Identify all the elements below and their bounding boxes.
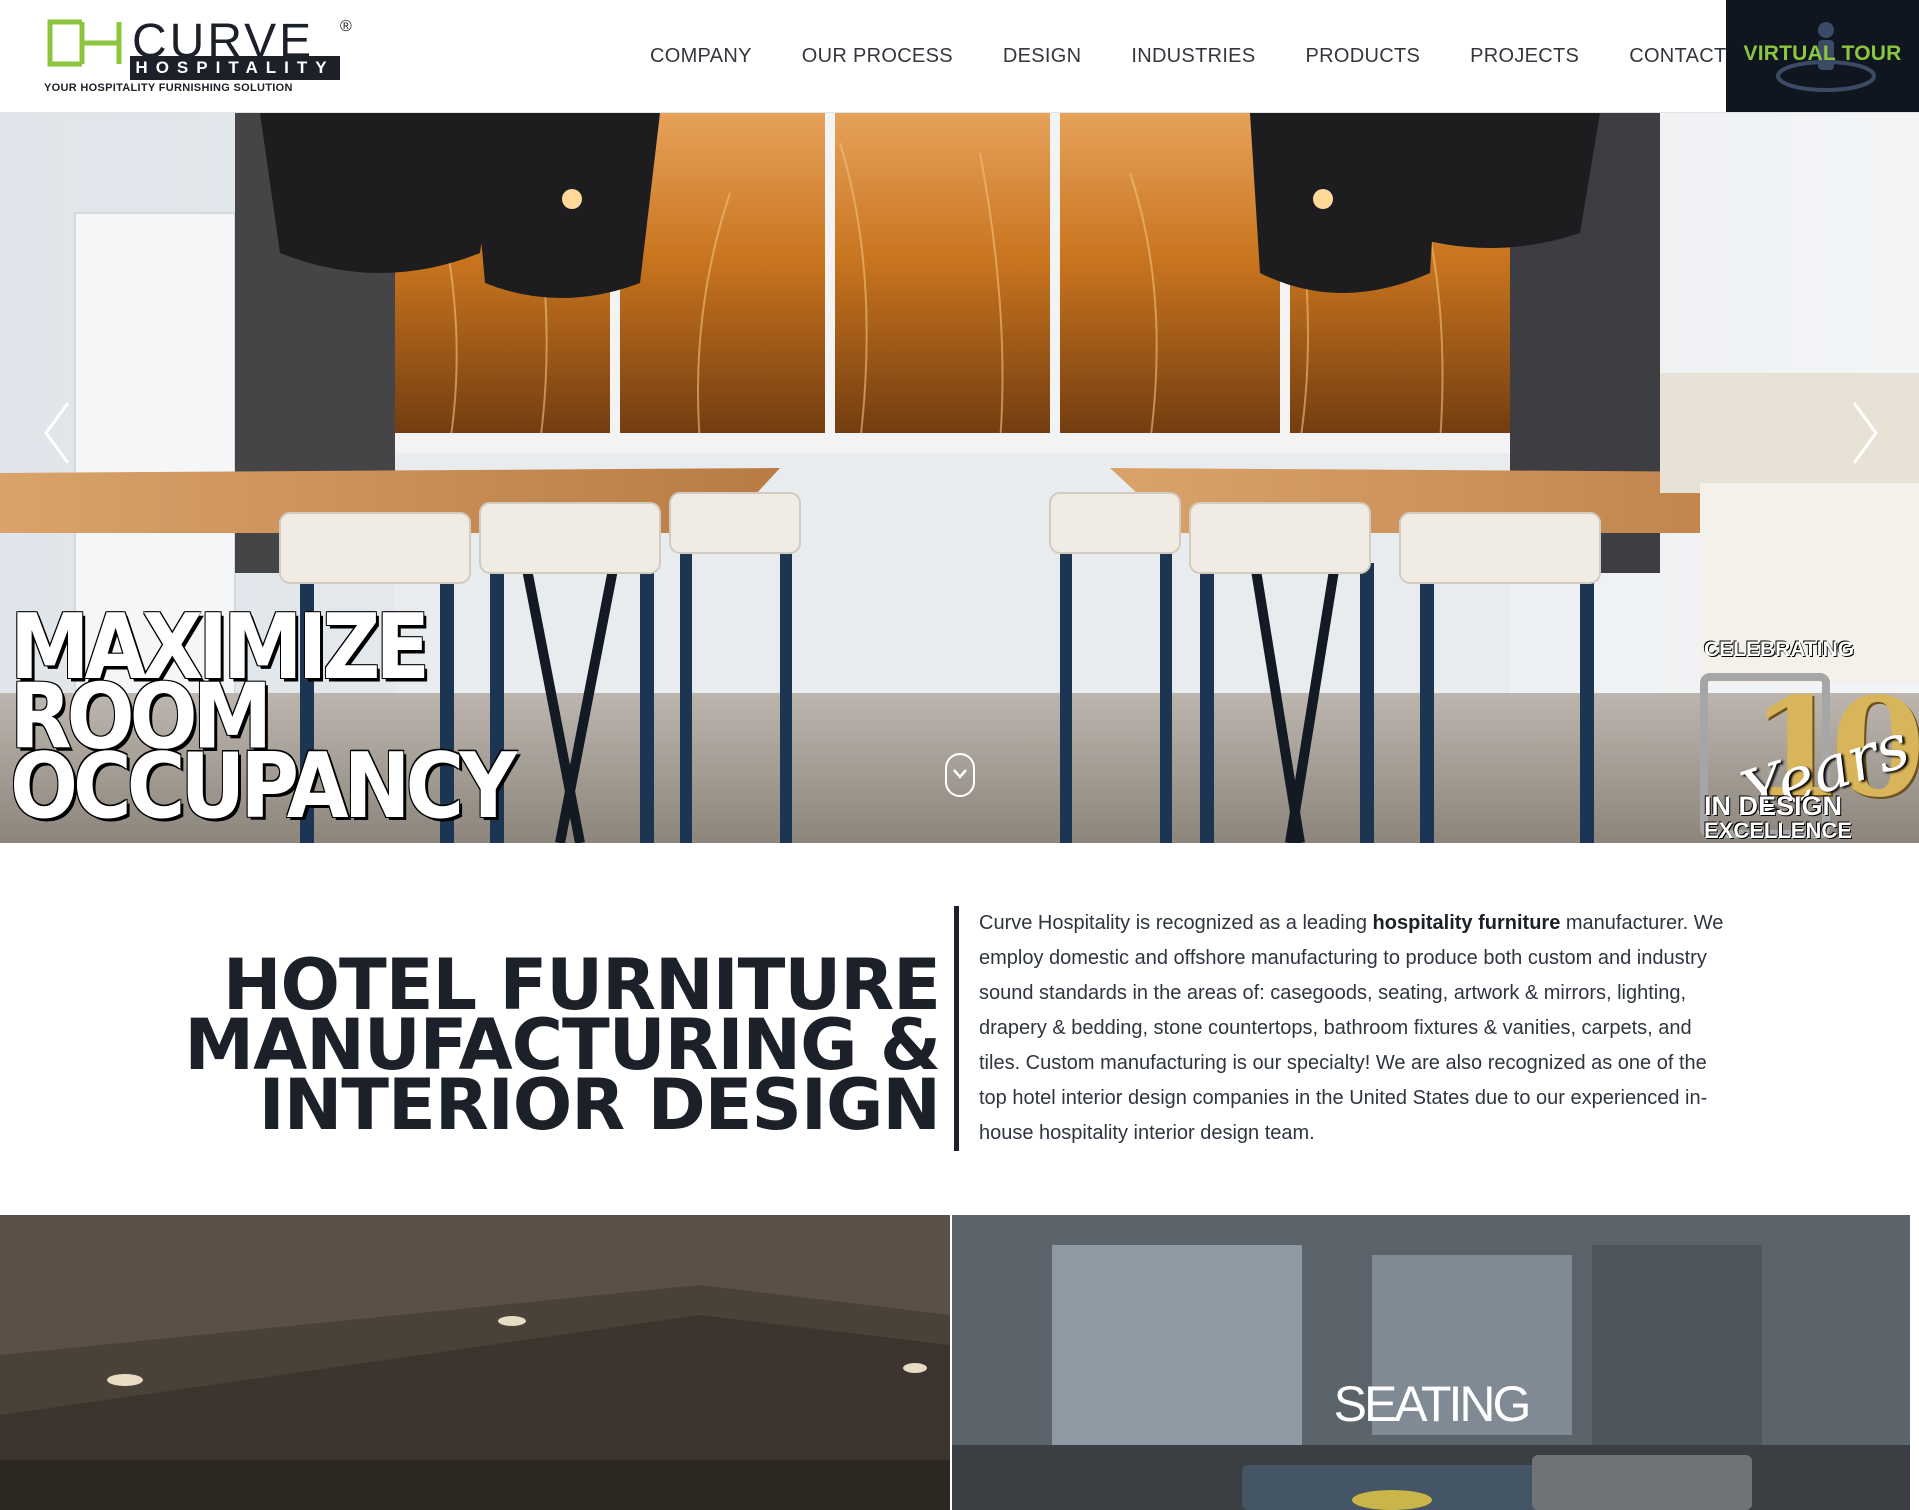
nav-industries[interactable]: INDUSTRIES [1131, 45, 1255, 68]
site-header: CURVE ® HOSPITALITY YOUR HOSPITALITY FUR… [0, 0, 1919, 113]
virtual-tour-label: VIRTUAL TOUR [1743, 42, 1902, 65]
chevron-down-icon [953, 769, 967, 779]
nav-design[interactable]: DESIGN [1003, 45, 1081, 68]
brand-tagline: YOUR HOSPITALITY FURNISHING SOLUTION [44, 82, 293, 94]
category-tile-seating[interactable]: SEATING [952, 1215, 1910, 1510]
slider-prev-arrow-icon[interactable] [38, 393, 78, 473]
curve-hospitality-logo[interactable]: CURVE ® HOSPITALITY YOUR HOSPITALITY FUR… [44, 18, 352, 98]
badge-bottom-line-2: EXCELLENCE [1704, 818, 1852, 843]
nav-company[interactable]: COMPANY [650, 45, 752, 68]
intro-text-part: manufacturer. We employ domestic and off… [979, 912, 1724, 1144]
nav-our-process[interactable]: OUR PROCESS [802, 45, 953, 68]
slider-next-arrow-icon[interactable] [1844, 393, 1884, 473]
intro-paragraph: Curve Hospitality is recognized as a lea… [979, 906, 1729, 1151]
intro-text-bold[interactable]: hospitality furniture [1373, 912, 1561, 934]
brand-sub: HOSPITALITY [130, 56, 340, 80]
ten-years-badge: CELEBRATING 10 Years IN DESIGN EXCELLENC… [1700, 523, 1919, 843]
ch-monogram-icon [47, 19, 122, 67]
tile-image [0, 1215, 950, 1510]
scroll-down-button[interactable] [945, 753, 975, 797]
tile-image [952, 1215, 1910, 1510]
intro-heading: HOTEL FURNITURE MANUFACTURING & INTERIOR… [140, 950, 941, 1146]
hero-headline-line: OCCUPANCY [10, 733, 517, 839]
registered-mark: ® [340, 18, 352, 35]
hero-headline: MAXIMIZE ROOM OCCUPANCY [10, 602, 517, 839]
badge-top-text: CELEBRATING [1704, 638, 1855, 661]
nav-projects[interactable]: PROJECTS [1470, 45, 1579, 68]
virtual-tour-button[interactable]: VIRTUAL TOUR [1726, 0, 1919, 112]
intro-heading-line: INTERIOR DESIGN [258, 1064, 941, 1146]
category-tile[interactable] [0, 1215, 950, 1510]
nav-products[interactable]: PRODUCTS [1305, 45, 1420, 68]
hero-slider: MAXIMIZE ROOM OCCUPANCY CELEBRATING 10 Y… [0, 113, 1919, 843]
main-nav: COMPANY OUR PROCESS DESIGN INDUSTRIES PR… [650, 0, 1776, 112]
tile-label-seating: SEATING [1333, 1376, 1532, 1432]
intro-divider [954, 906, 959, 1151]
nav-contact[interactable]: CONTACT [1629, 45, 1726, 68]
intro-text-part: Curve Hospitality is recognized as a lea… [979, 912, 1373, 934]
